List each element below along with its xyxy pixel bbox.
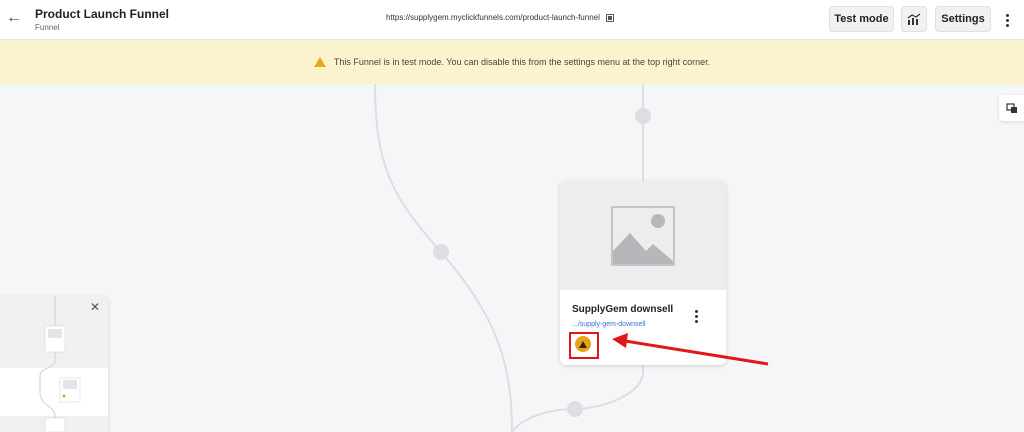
page-tools-button[interactable] [999, 95, 1024, 121]
top-bar: ← Product Launch Funnel Funnel https://s… [0, 0, 1024, 40]
page-title: Product Launch Funnel [35, 7, 169, 21]
funnel-url-group: https://supplygem.myclickfunnels.com/pro… [386, 13, 614, 22]
minimap-preview [0, 296, 108, 432]
page-subtitle: Funnel [35, 23, 60, 32]
connector-node[interactable] [635, 108, 651, 124]
banner-message: This Funnel is in test mode. You can dis… [333, 57, 711, 67]
analytics-button[interactable] [901, 6, 927, 32]
page-thumbnail [560, 181, 726, 290]
connector-line-right-bottom [511, 365, 644, 432]
minimap-panel[interactable]: ✕ [0, 296, 108, 432]
more-options-icon[interactable] [1000, 10, 1014, 30]
back-arrow-icon[interactable]: ← [4, 8, 24, 28]
copy-icon[interactable] [605, 13, 614, 22]
warning-icon [313, 57, 326, 67]
image-placeholder-icon [611, 206, 675, 266]
page-tools-icon [1005, 102, 1017, 113]
step-url-link[interactable]: .../supply-gem-downsell [572, 321, 646, 328]
step-more-icon[interactable] [692, 309, 700, 323]
annotation-highlight-box [569, 332, 599, 359]
settings-button[interactable]: Settings [935, 6, 991, 32]
step-name: SupplyGem downsell [572, 304, 674, 315]
connector-node[interactable] [433, 244, 449, 260]
analytics-chart-icon [907, 13, 921, 25]
connector-node[interactable] [567, 401, 583, 417]
test-mode-banner: This Funnel is in test mode. You can dis… [0, 40, 1024, 84]
test-mode-button[interactable]: Test mode [829, 6, 894, 32]
close-icon[interactable]: ✕ [90, 301, 100, 313]
funnel-url[interactable]: https://supplygem.myclickfunnels.com/pro… [386, 13, 600, 22]
